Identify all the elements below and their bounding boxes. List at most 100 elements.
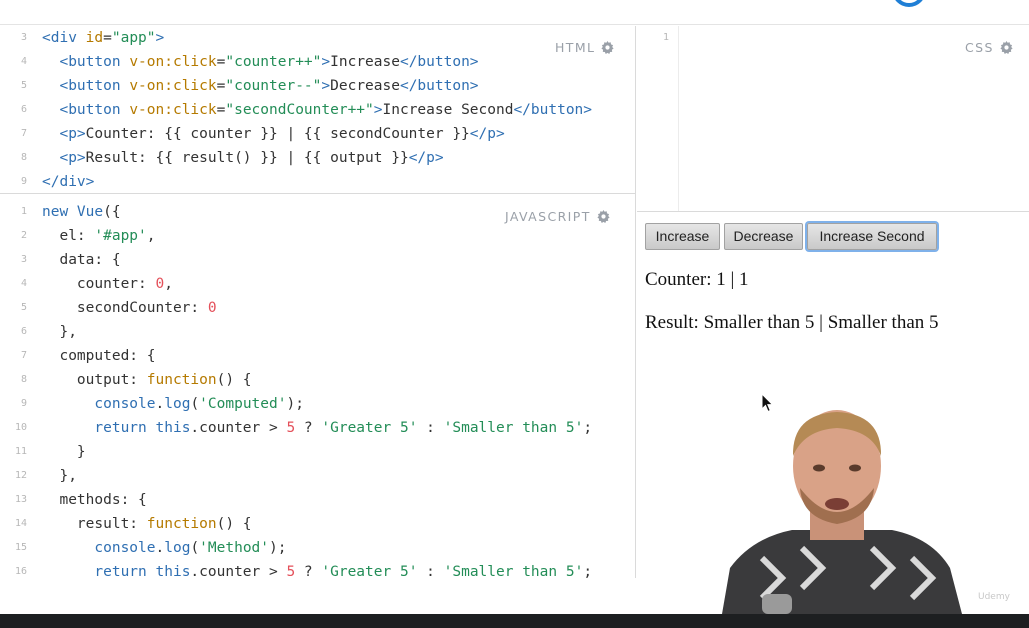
- code-line[interactable]: el: '#app',: [42, 224, 592, 248]
- increase-second-button[interactable]: Increase Second: [807, 223, 937, 250]
- code-token: log: [164, 540, 191, 556]
- css-panel-header[interactable]: CSS: [965, 40, 1013, 55]
- code-line[interactable]: output: function() {: [42, 368, 592, 392]
- code-line[interactable]: counter: 0,: [42, 272, 592, 296]
- code-line[interactable]: computed: {: [42, 344, 592, 368]
- css-editor-panel[interactable]: 1 CSS: [637, 26, 1029, 212]
- code-line[interactable]: data: {: [42, 248, 592, 272]
- code-line[interactable]: console.log('Computed');: [42, 392, 592, 416]
- code-token: .: [155, 396, 165, 412]
- code-token: <p>: [59, 150, 86, 166]
- code-line[interactable]: methods: {: [42, 488, 592, 512]
- code-token: 0: [155, 276, 165, 292]
- code-token: >: [321, 54, 331, 70]
- code-token: 'Greater 5': [321, 420, 418, 436]
- code-token: Counter: {{ counter }} | {{ secondCounte…: [85, 126, 470, 142]
- code-line[interactable]: secondCounter: 0: [42, 296, 592, 320]
- code-token: },: [42, 468, 77, 484]
- gear-icon[interactable]: [597, 210, 610, 223]
- code-line[interactable]: <button v-on:click="counter--">Decrease<…: [42, 74, 592, 98]
- code-line[interactable]: console.log('Method');: [42, 536, 592, 560]
- code-token: </div>: [42, 174, 95, 190]
- code-token: .: [155, 540, 165, 556]
- code-token: "app": [111, 30, 156, 46]
- code-token: v-on:click: [129, 102, 217, 118]
- code-token: console: [94, 540, 156, 556]
- code-token: </p>: [408, 150, 444, 166]
- gear-icon[interactable]: [1000, 41, 1013, 54]
- code-token: <button: [59, 102, 130, 118]
- code-token: 'Smaller than 5': [443, 420, 584, 436]
- code-line[interactable]: result: function() {: [42, 512, 592, 536]
- code-line[interactable]: return this.counter > 5 ? 'Greater 5' : …: [42, 560, 592, 578]
- html-panel-header[interactable]: HTML: [555, 40, 614, 55]
- code-token: Vue: [76, 204, 104, 220]
- javascript-code-area[interactable]: new Vue({ el: '#app', data: { counter: 0…: [42, 200, 592, 578]
- line-number: 6: [20, 326, 27, 337]
- line-number: 16: [14, 566, 27, 577]
- increase-button[interactable]: Increase: [645, 223, 720, 250]
- line-number: 5: [20, 302, 27, 313]
- code-token: v-on:click: [129, 78, 217, 94]
- code-token: <p>: [59, 126, 86, 142]
- line-number: 15: [14, 542, 27, 553]
- code-token: 'Computed': [199, 396, 287, 412]
- code-token: 'Method': [199, 540, 270, 556]
- code-token: function: [146, 372, 217, 388]
- code-token: console: [94, 396, 156, 412]
- html-code-area[interactable]: <div id="app"> <button v-on:click="count…: [42, 26, 592, 193]
- code-token: <button: [59, 54, 130, 70]
- code-line[interactable]: <p>Result: {{ result() }} | {{ output }}…: [42, 146, 592, 170]
- logo-ring-icon: [895, 0, 923, 7]
- code-line[interactable]: <button v-on:click="secondCounter++">Inc…: [42, 98, 592, 122]
- decrease-button[interactable]: Decrease: [724, 223, 803, 250]
- line-number: 8: [20, 152, 27, 163]
- code-line[interactable]: <div id="app">: [42, 26, 592, 50]
- code-token: 'Greater 5': [321, 564, 418, 578]
- code-token: (: [190, 396, 200, 412]
- presenter-video-overlay: [722, 410, 962, 614]
- code-token: >: [373, 102, 383, 118]
- code-line[interactable]: </div>: [42, 170, 592, 193]
- code-token: v-on:click: [129, 54, 217, 70]
- vertical-divider[interactable]: [635, 26, 636, 578]
- code-token: el:: [42, 228, 95, 244]
- code-line[interactable]: return this.counter > 5 ? 'Greater 5' : …: [42, 416, 592, 440]
- code-token: "secondCounter++": [225, 102, 374, 118]
- code-token: result:: [42, 516, 147, 532]
- code-line[interactable]: }: [42, 440, 592, 464]
- code-token: "counter--": [225, 78, 322, 94]
- code-token: new: [42, 204, 77, 220]
- line-number: 12: [14, 470, 27, 481]
- code-token: 5: [286, 420, 296, 436]
- code-token: </button>: [513, 102, 593, 118]
- line-number: 9: [20, 398, 27, 409]
- html-editor-panel[interactable]: 3456789 <div id="app"> <button v-on:clic…: [0, 26, 636, 194]
- code-token: '#app': [94, 228, 147, 244]
- code-line[interactable]: <p>Counter: {{ counter }} | {{ secondCou…: [42, 122, 592, 146]
- gear-icon[interactable]: [601, 41, 614, 54]
- javascript-editor-panel[interactable]: 1 2 3 4 5 6 7 8 9 10 11 12 13 14 15 16 new Vue({ el: '#…: [0, 195, 636, 578]
- code-token: output:: [42, 372, 147, 388]
- code-line[interactable]: },: [42, 464, 592, 488]
- code-token: ?: [295, 420, 322, 436]
- css-line-gutter: 1: [637, 26, 679, 211]
- code-line[interactable]: },: [42, 320, 592, 344]
- code-token: ({: [103, 204, 121, 220]
- javascript-panel-header[interactable]: JAVASCRIPT: [505, 209, 610, 224]
- video-bottom-bar: [0, 614, 1029, 628]
- code-token: id: [85, 30, 104, 46]
- code-token: Decrease: [330, 78, 400, 94]
- line-number: 3: [20, 32, 27, 43]
- code-token: this: [155, 420, 191, 436]
- code-token: (: [190, 540, 200, 556]
- line-number: 5: [20, 80, 27, 91]
- code-token: function: [146, 516, 217, 532]
- code-line[interactable]: <button v-on:click="counter++">Increase<…: [42, 50, 592, 74]
- line-number: 3: [20, 254, 27, 265]
